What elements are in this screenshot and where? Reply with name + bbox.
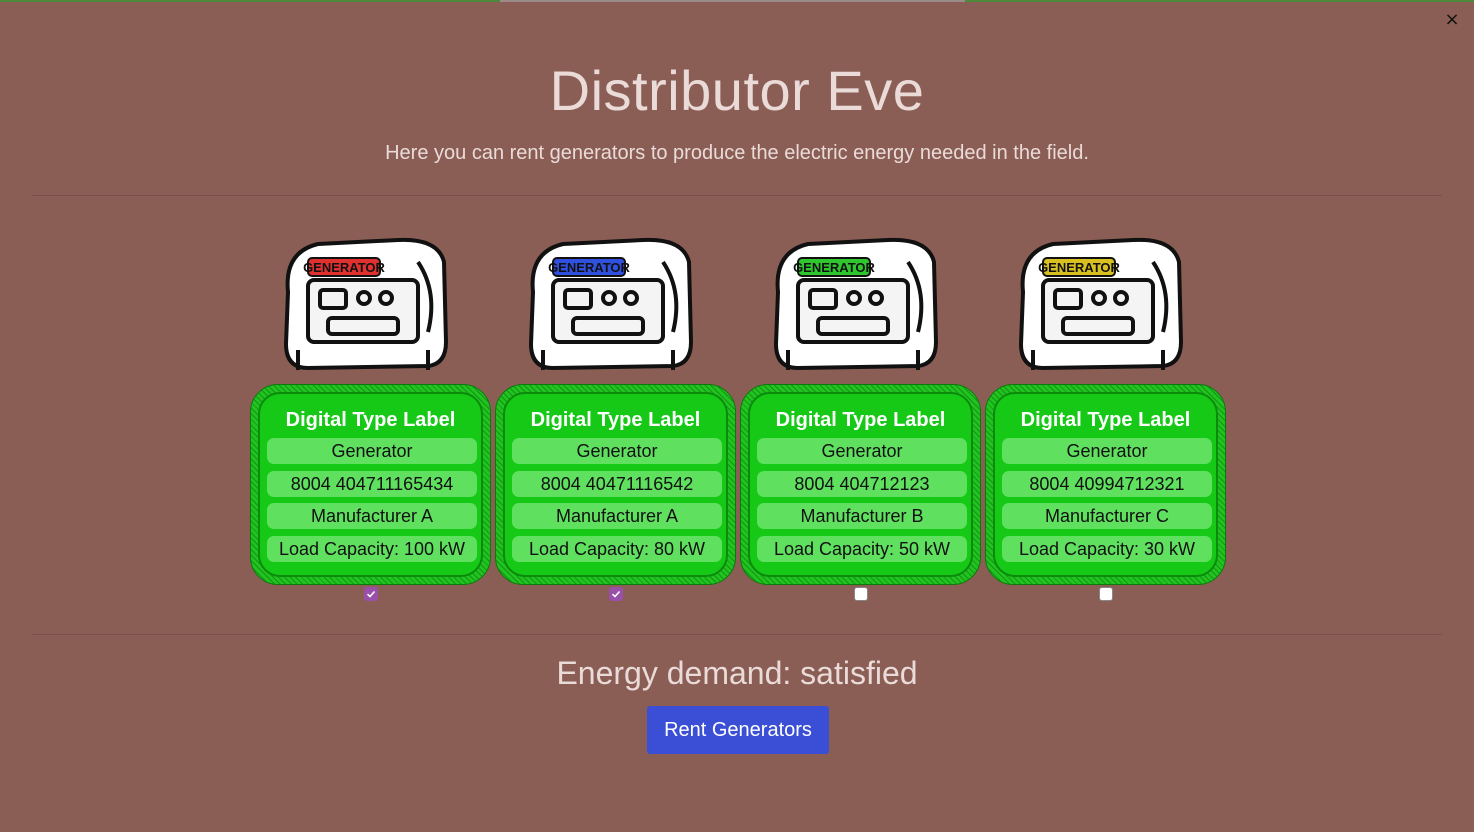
type-field: Generator <box>512 438 722 464</box>
manufacturer-field: Manufacturer A <box>267 503 477 529</box>
check-icon <box>366 590 376 598</box>
select-checkbox[interactable] <box>609 587 623 601</box>
energy-demand-status: Energy demand: satisfied <box>556 655 918 691</box>
close-icon[interactable]: × <box>1442 10 1462 30</box>
type-field: Generator <box>267 438 477 464</box>
generator-card: GENERATOR Digital Type Label Generator 8… <box>495 232 740 612</box>
generator-card: GENERATOR Digital Type Label Generator 8… <box>250 232 495 612</box>
digital-type-label: Digital Type Label Generator 8004 404711… <box>495 384 736 585</box>
select-checkbox[interactable] <box>1099 587 1113 601</box>
generator-badge: GENERATOR <box>548 257 631 277</box>
rent-generators-button[interactable]: Rent Generators <box>647 706 829 754</box>
id-field: 8004 404711165434 <box>267 471 477 497</box>
divider-top <box>32 195 1442 196</box>
generator-image: GENERATOR <box>529 237 693 370</box>
id-field: 8004 40994712321 <box>1002 471 1212 497</box>
id-field: 8004 404712123 <box>757 471 967 497</box>
generator-badge: GENERATOR <box>303 257 386 277</box>
id-field: 8004 40471116542 <box>512 471 722 497</box>
manufacturer-field: Manufacturer B <box>757 503 967 529</box>
svg-text:GENERATOR: GENERATOR <box>548 260 630 275</box>
select-checkbox[interactable] <box>854 587 868 601</box>
select-checkbox[interactable] <box>364 587 378 601</box>
label-title: Digital Type Label <box>1020 409 1191 431</box>
generator-card: GENERATOR Digital Type Label Generator 8… <box>740 232 985 612</box>
capacity-field: Load Capacity: 80 kW <box>512 536 722 562</box>
label-title: Digital Type Label <box>775 409 946 431</box>
generator-list: GENERATOR Digital Type Label Generator 8… <box>250 232 1230 612</box>
divider-bottom <box>32 634 1442 635</box>
generator-image: GENERATOR <box>774 237 938 370</box>
generator-badge: GENERATOR <box>1038 257 1121 277</box>
capacity-field: Load Capacity: 50 kW <box>757 536 967 562</box>
capacity-field: Load Capacity: 30 kW <box>1002 536 1212 562</box>
page-subtitle: Here you can rent generators to produce … <box>385 142 1089 164</box>
svg-text:GENERATOR: GENERATOR <box>303 260 385 275</box>
generator-image: GENERATOR <box>1019 237 1183 370</box>
label-title: Digital Type Label <box>285 409 456 431</box>
type-field: Generator <box>1002 438 1212 464</box>
manufacturer-field: Manufacturer C <box>1002 503 1212 529</box>
page-title: Distributor Eve <box>549 59 925 122</box>
generator-card: GENERATOR Digital Type Label Generator 8… <box>985 232 1230 612</box>
digital-type-label: Digital Type Label Generator 8004 409947… <box>985 384 1226 585</box>
generator-badge: GENERATOR <box>793 257 876 277</box>
generator-image: GENERATOR <box>284 237 448 370</box>
label-title: Digital Type Label <box>530 409 701 431</box>
type-field: Generator <box>757 438 967 464</box>
svg-text:GENERATOR: GENERATOR <box>1038 260 1120 275</box>
svg-text:GENERATOR: GENERATOR <box>793 260 875 275</box>
top-progress-bar <box>0 0 1474 2</box>
check-icon <box>611 590 621 598</box>
manufacturer-field: Manufacturer A <box>512 503 722 529</box>
capacity-field: Load Capacity: 100 kW <box>267 536 477 562</box>
digital-type-label: Digital Type Label Generator 8004 404712… <box>740 384 981 585</box>
digital-type-label: Digital Type Label Generator 8004 404711… <box>250 384 491 585</box>
